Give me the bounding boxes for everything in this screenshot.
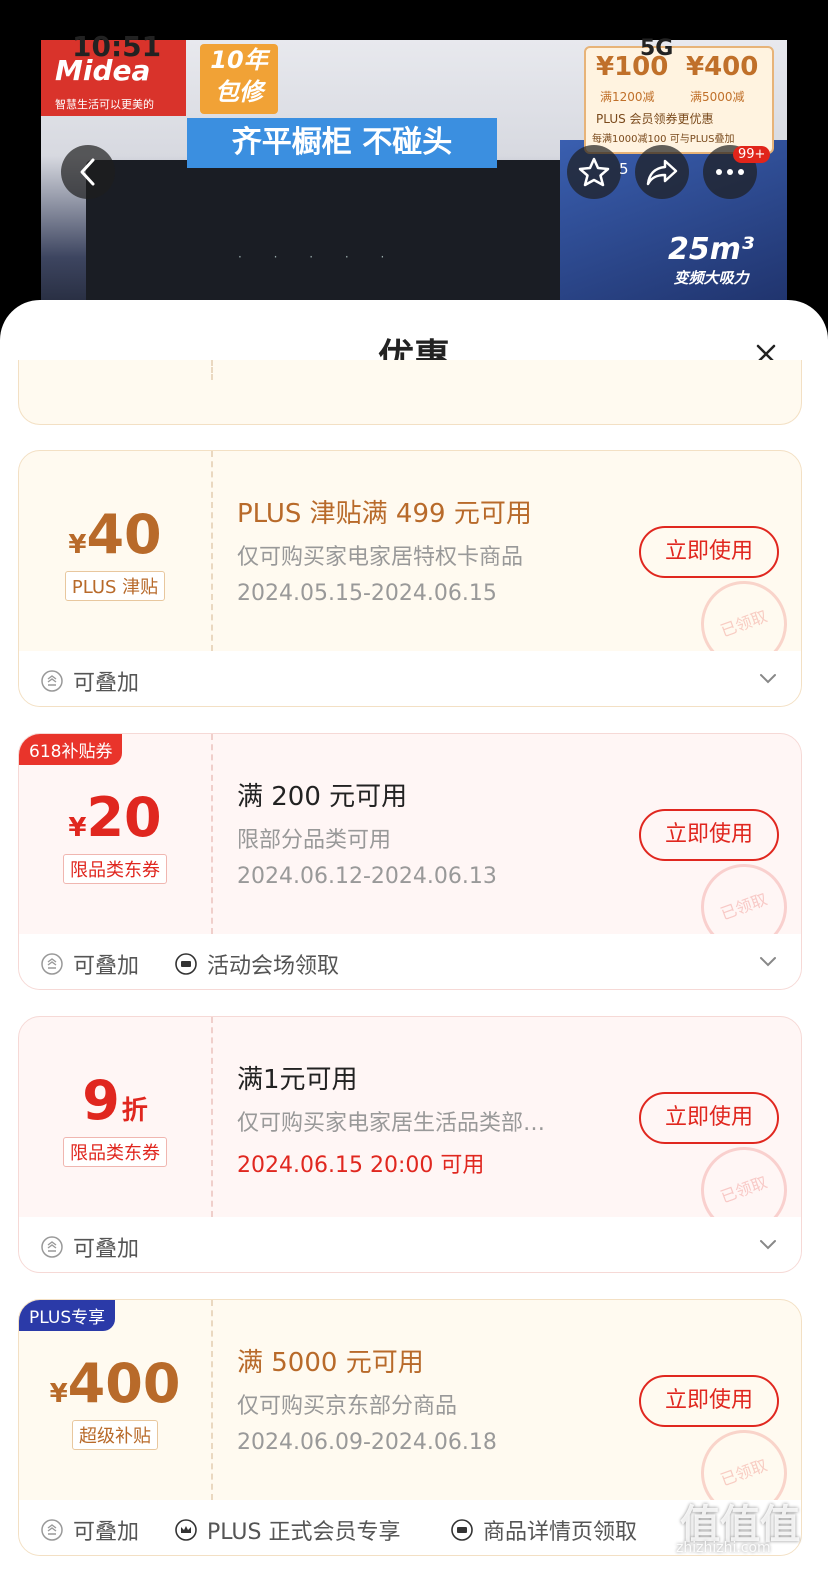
- coupon-date: 2024.05.15-2024.06.15: [237, 581, 497, 606]
- deal-box: ¥100 ¥400 满1200减 满5000减 PLUS 会员领券更优惠 每满1…: [584, 46, 774, 154]
- stack-icon: [41, 953, 63, 975]
- deal-b-amount: ¥400: [686, 52, 759, 82]
- coupon-card: 618补贴券 ¥20 限品类东券 满 200 元可用 限部分品类可用 2024.…: [18, 733, 802, 990]
- ticket-icon: [175, 953, 197, 975]
- coupon-type: 超级补贴: [19, 1420, 211, 1450]
- back-button[interactable]: [61, 145, 115, 199]
- status-time: 10:51: [72, 30, 162, 63]
- coupon-card: ¥40 PLUS 津贴 PLUS 津贴满 499 元可用 仅可购买家电家居特权卡…: [18, 450, 802, 707]
- range-hood-leds: · · · · ·: [238, 250, 399, 264]
- coupon-amount: ¥40: [68, 503, 162, 566]
- stackable-feature: 可叠加: [41, 665, 139, 697]
- coupon-desc: 仅可购买京东部分商品: [237, 1394, 458, 1419]
- stack-icon: [41, 1236, 63, 1258]
- stackable-feature: 可叠加: [41, 1514, 139, 1546]
- follow-count: 5: [619, 160, 629, 178]
- suction-value: 25m³: [668, 232, 755, 267]
- coupon-type: 限品类东券: [19, 1137, 211, 1167]
- more-dots-icon: [716, 169, 744, 175]
- follow-button[interactable]: [567, 145, 621, 199]
- coupon-footer[interactable]: 可叠加: [19, 651, 801, 706]
- coupon-title: 满 200 元可用: [237, 782, 408, 812]
- coupon-type: PLUS 津贴: [19, 571, 211, 601]
- suction-label: 变频大吸力: [673, 269, 749, 287]
- coupon-amount: ¥400: [49, 1352, 181, 1415]
- coupon-amount: ¥20: [68, 786, 162, 849]
- venue-feature: 活动会场领取: [175, 948, 339, 980]
- share-button[interactable]: [635, 145, 689, 199]
- coupon-date: 2024.06.12-2024.06.13: [237, 864, 497, 889]
- ticket-icon: [451, 1519, 473, 1541]
- coupon-desc: 限部分品类可用: [237, 828, 392, 853]
- coupon-footer[interactable]: 可叠加: [19, 1217, 801, 1272]
- coupon-desc: 仅可购买家电家居生活品类部…: [237, 1111, 546, 1136]
- coupon-type: 限品类东券: [19, 854, 211, 884]
- deal-b-cond: 满5000减: [690, 90, 745, 104]
- stackable-feature: 可叠加: [41, 948, 139, 980]
- stack-icon: [41, 670, 63, 692]
- suction-badge: 25m³ 变频大吸力: [668, 232, 754, 288]
- chevron-down-icon[interactable]: [759, 956, 777, 968]
- coupon-card-partial: [18, 360, 802, 425]
- stackable-feature: 可叠加: [41, 1231, 139, 1263]
- chevron-down-icon[interactable]: [759, 673, 777, 685]
- use-now-button[interactable]: 立即使用: [639, 1375, 779, 1427]
- chevron-down-icon[interactable]: [759, 1239, 777, 1251]
- share-icon: [646, 159, 678, 186]
- coupon-date: 2024.06.15 20:00 可用: [237, 1153, 485, 1178]
- feature-banner: 齐平橱柜 不碰头: [187, 118, 497, 168]
- watermark-site: zhizhizhi.com: [676, 1540, 771, 1556]
- coupon-tag: PLUS专享: [19, 1300, 116, 1331]
- more-badge: 99+: [733, 146, 771, 163]
- deal-a-cond: 满1200减: [600, 90, 655, 104]
- coupon-tag: 618补贴券: [19, 734, 123, 765]
- coupon-title: 满1元可用: [237, 1065, 358, 1095]
- detail-page-feature: 商品详情页领取: [451, 1514, 637, 1546]
- coupon-footer[interactable]: 可叠加 活动会场领取: [19, 934, 801, 989]
- use-now-button[interactable]: 立即使用: [639, 1092, 779, 1144]
- crown-icon: [175, 1519, 197, 1541]
- deal-note: 每满1000减100 可与PLUS叠加: [592, 134, 735, 145]
- coupon-amount: 9折: [82, 1069, 148, 1132]
- coupon-date: 2024.06.09-2024.06.18: [237, 1430, 497, 1455]
- use-now-button[interactable]: 立即使用: [639, 809, 779, 861]
- coupon-title: 满 5000 元可用: [237, 1348, 424, 1378]
- warranty-badge: 10年包修: [200, 44, 278, 114]
- coupon-sheet: 优惠 ¥40 PLUS 津贴 PLUS 津贴满 499 元可用 仅可购买家电家居…: [0, 300, 828, 1588]
- use-now-button[interactable]: 立即使用: [639, 526, 779, 578]
- brand-slogan: 智慧生活可以更美的: [55, 98, 154, 111]
- deal-plus: PLUS 会员领券更优惠: [596, 112, 714, 126]
- product-banner: · · · · · Midea 智慧生活可以更美的 10年包修 齐平橱柜 不碰头…: [0, 0, 828, 330]
- plus-member-feature: PLUS 正式会员专享: [175, 1514, 401, 1546]
- coupon-title: PLUS 津贴满 499 元可用: [237, 499, 532, 529]
- chevron-left-icon: [80, 158, 95, 186]
- coupon-desc: 仅可购买家电家居特权卡商品: [237, 545, 524, 570]
- status-network: 5G: [640, 36, 674, 61]
- star-icon: [578, 157, 610, 187]
- stack-icon: [41, 1519, 63, 1541]
- coupon-card: 9折 限品类东券 满1元可用 仅可购买家电家居生活品类部… 2024.06.15…: [18, 1016, 802, 1273]
